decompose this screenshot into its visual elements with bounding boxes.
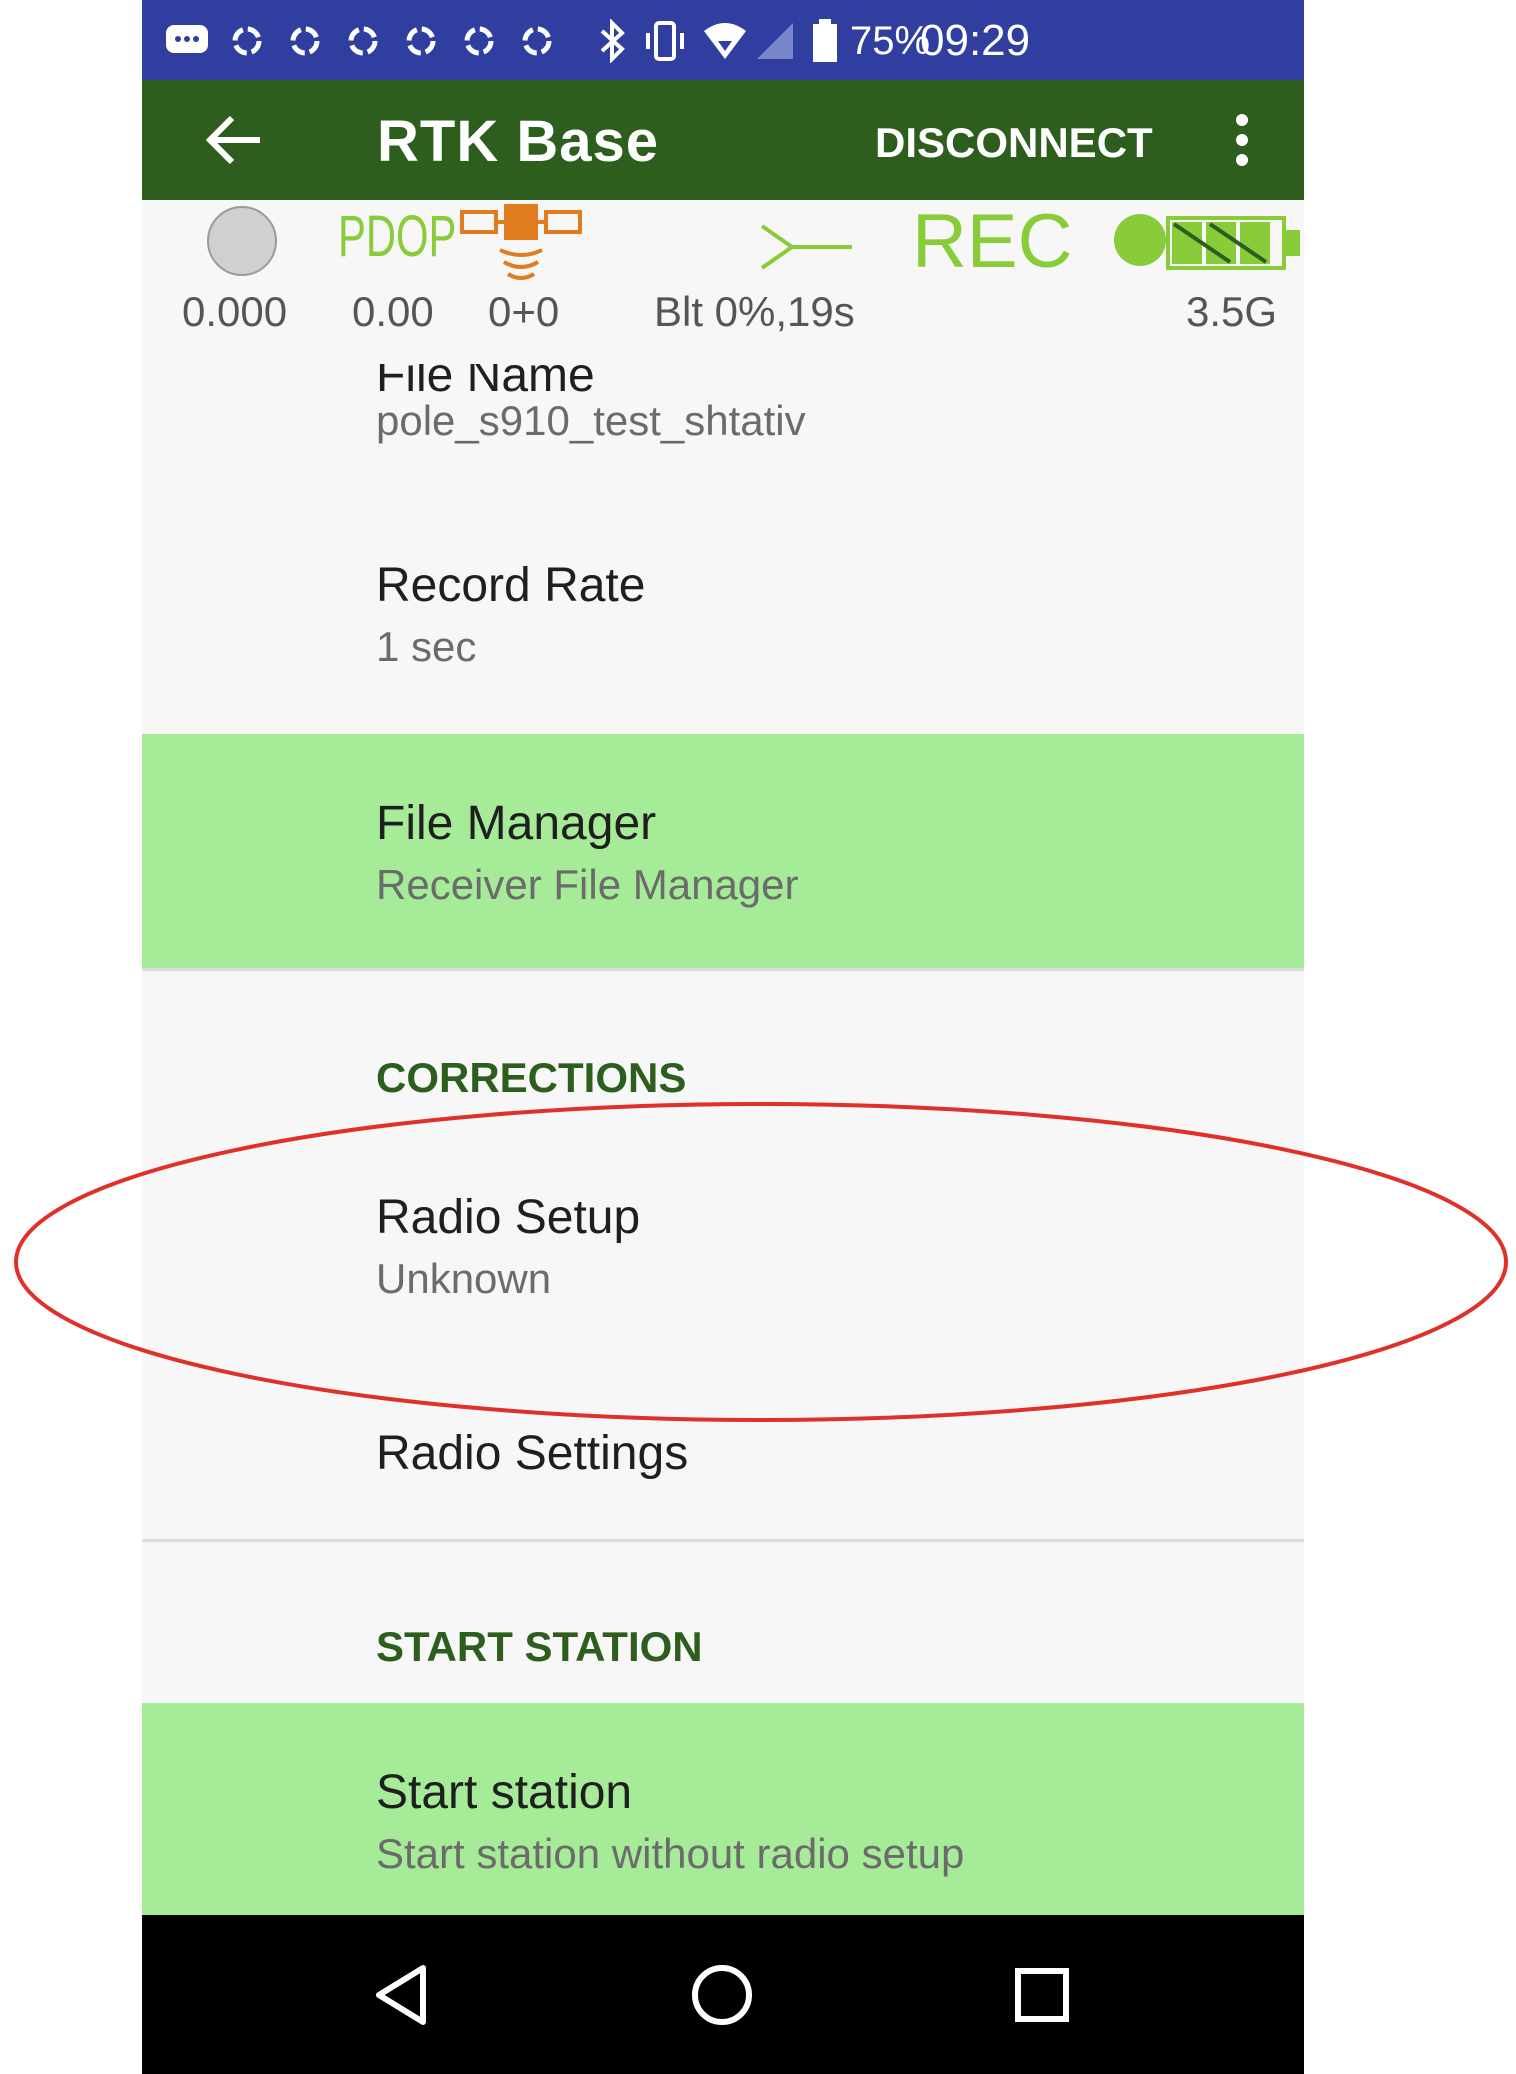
phone-screen: 75% 09:29 RTK Base DISCONNECT PDOP REC 0…: [142, 0, 1304, 2074]
back-nav-icon[interactable]: [352, 1945, 452, 2045]
status-bar: 75% 09:29: [142, 0, 1304, 80]
record-rate-item[interactable]: Record Rate 1 sec: [142, 540, 1304, 734]
sync-icon: [456, 18, 502, 64]
corrections-header: CORRECTIONS: [376, 1054, 687, 1101]
start-station-item[interactable]: Start station Start station without radi…: [142, 1703, 1304, 1915]
file-manager-title: File Manager: [376, 797, 657, 850]
sync-icon: [340, 18, 386, 64]
divider: [142, 968, 1304, 971]
navigation-bar: [142, 1915, 1304, 2074]
recents-nav-icon[interactable]: [992, 1945, 1092, 2045]
sync-icon: [514, 18, 560, 64]
start-station-value: Start station without radio setup: [376, 1830, 965, 1877]
radio-setup-item[interactable]: Radio Setup Unknown: [142, 1140, 1304, 1340]
divider: [142, 1539, 1304, 1542]
signal-icon: [752, 18, 798, 64]
bluetooth-link-icon: [758, 222, 854, 272]
arrow-left-icon[interactable]: [202, 108, 266, 172]
radio-setup-value: Unknown: [376, 1255, 552, 1302]
disconnect-button[interactable]: DISCONNECT: [875, 120, 1153, 166]
wifi-icon: [702, 18, 748, 64]
pdop-label: PDOP: [338, 204, 457, 269]
app-toolbar: RTK Base DISCONNECT: [142, 80, 1304, 200]
clock: 09:29: [920, 16, 1031, 65]
record-battery-icon: [1110, 210, 1304, 274]
record-rate-title: Record Rate: [376, 559, 646, 612]
radio-setup-title: Radio Setup: [376, 1191, 641, 1244]
satellite-icon: [460, 202, 582, 282]
radio-settings-item[interactable]: Radio Settings: [142, 1400, 1304, 1540]
record-rate-value: 1 sec: [376, 623, 477, 670]
bluetooth-icon: [590, 18, 636, 64]
message-icon: [164, 18, 210, 64]
page-title: RTK Base: [377, 109, 659, 174]
more-vert-icon[interactable]: [1227, 110, 1257, 170]
sync-icon: [224, 18, 270, 64]
battery-icon: [802, 18, 848, 64]
file-name-value: pole_s910_test_shtativ: [376, 397, 806, 444]
start-station-title: Start station: [376, 1766, 633, 1819]
home-nav-icon[interactable]: [672, 1945, 772, 2045]
start-station-header: START STATION: [376, 1623, 703, 1670]
sync-icon: [282, 18, 328, 64]
rec-label: REC: [912, 199, 1073, 284]
file-manager-value: Receiver File Manager: [376, 861, 799, 908]
file-name-item[interactable]: File Name pole_s910_test_shtativ: [142, 300, 1304, 480]
vibrate-icon: [642, 18, 688, 64]
fix-status-icon: [204, 203, 280, 279]
battery-percent: 75%: [850, 19, 931, 63]
sync-icon: [398, 18, 444, 64]
radio-settings-title: Radio Settings: [376, 1427, 689, 1480]
file-manager-item[interactable]: File Manager Receiver File Manager: [142, 734, 1304, 968]
